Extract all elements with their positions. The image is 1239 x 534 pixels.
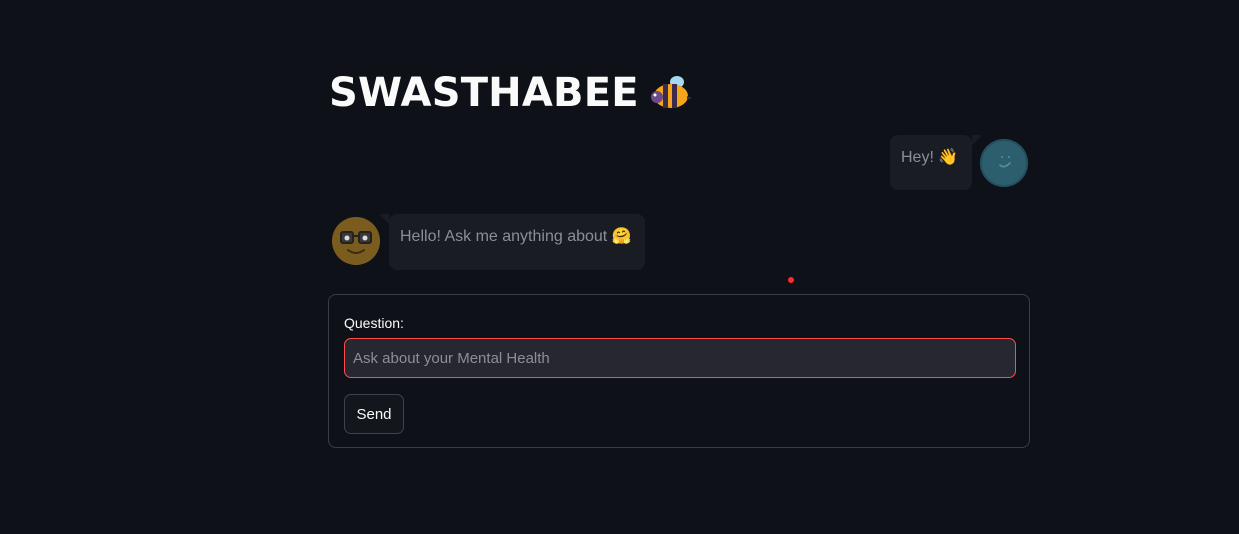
status-indicator-dot — [788, 277, 794, 283]
question-input-wrapper — [344, 338, 1016, 378]
app-page: SWASTHABEE Hey! 👋 Hello! Ask me anything… — [0, 0, 1239, 534]
user-avatar-icon — [980, 139, 1028, 187]
bot-avatar-icon — [332, 217, 380, 265]
page-title: SWASTHABEE — [329, 68, 693, 118]
send-button[interactable]: Send — [344, 394, 404, 434]
bubble-tail — [972, 135, 982, 145]
question-input[interactable] — [345, 339, 1015, 377]
chat-message-text: Hey! 👋 — [901, 149, 959, 166]
page-title-text: SWASTHABEE — [329, 70, 639, 116]
chat-message-user: Hey! 👋 — [890, 135, 982, 190]
bee-icon — [650, 76, 692, 108]
bubble-tail — [379, 214, 389, 224]
chat-message-text: Hello! Ask me anything about 🤗 — [400, 228, 632, 245]
chat-message-assistant: Hello! Ask me anything about 🤗 — [379, 214, 645, 270]
question-label: Question: — [344, 315, 404, 331]
question-form: Question: Send — [328, 294, 1030, 448]
